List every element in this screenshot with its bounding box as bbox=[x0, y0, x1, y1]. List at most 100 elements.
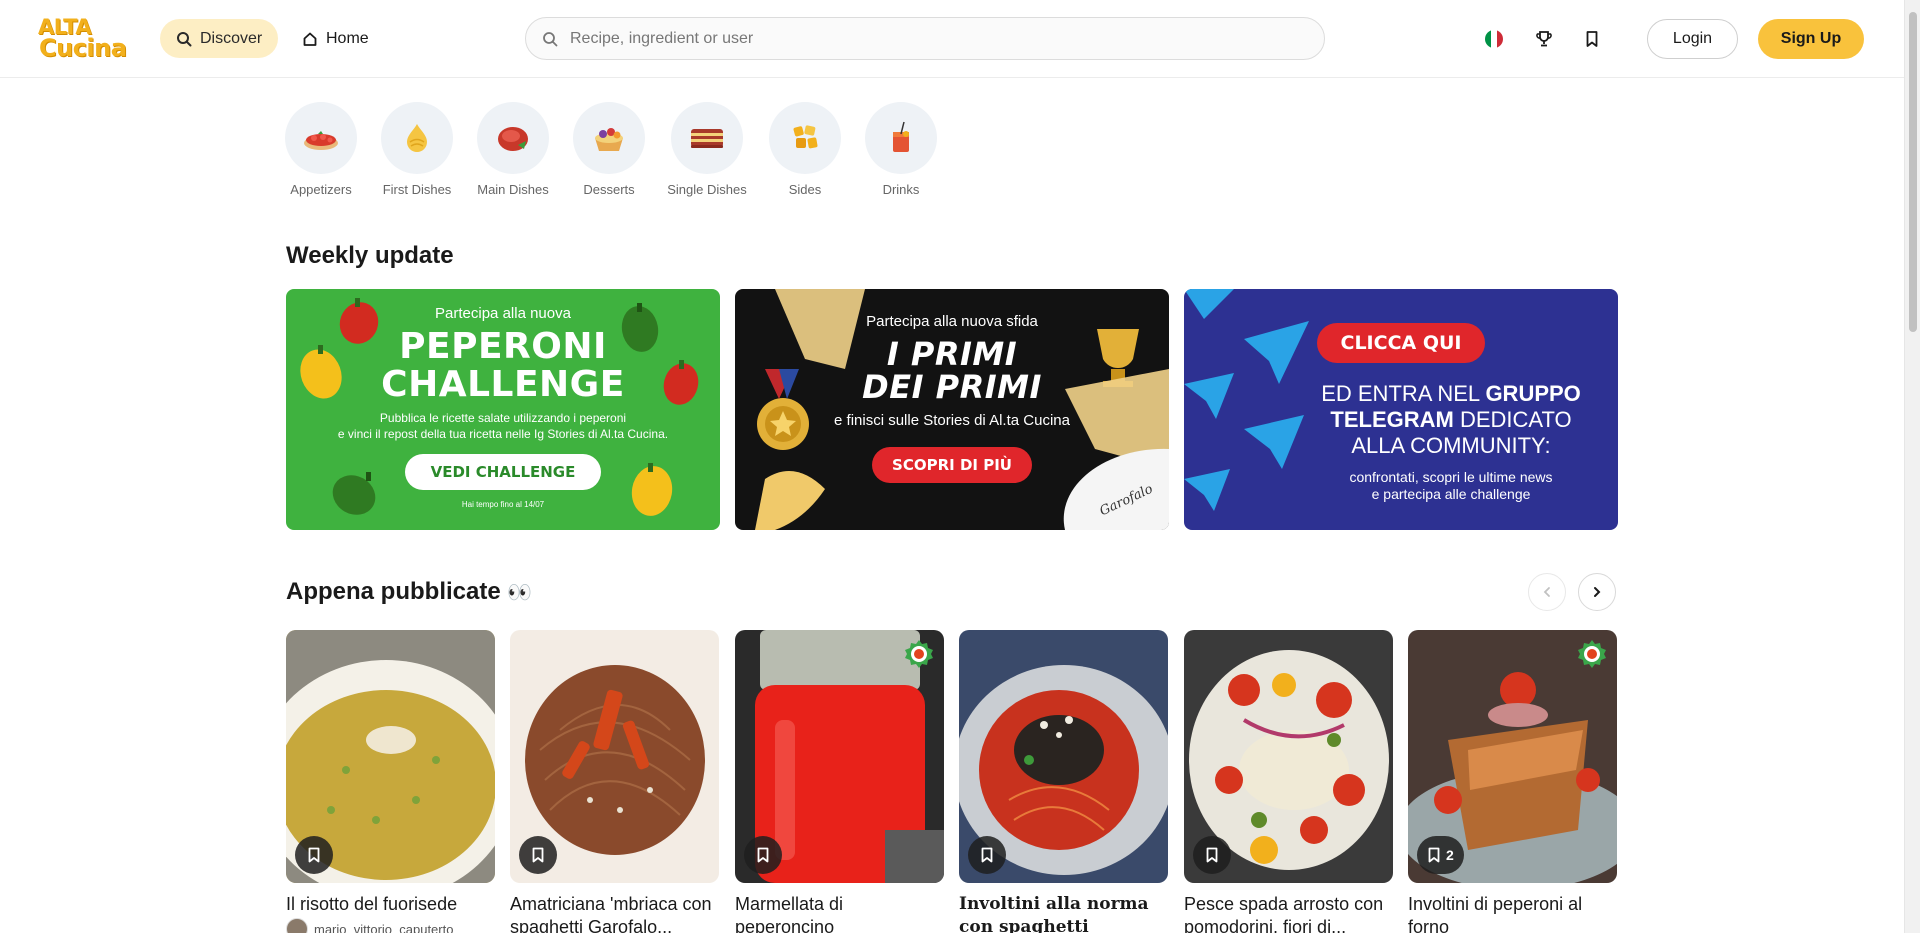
category-sides[interactable]: Sides bbox=[760, 102, 850, 197]
heading-part-bold: TELEGRAM bbox=[1330, 407, 1454, 432]
category-label: Single Dishes bbox=[667, 182, 747, 197]
banner-deadline: Hai tempo fino al 14/07 bbox=[461, 500, 545, 509]
category-single-dishes[interactable]: Single Dishes bbox=[662, 102, 752, 197]
bookmark-icon bbox=[532, 847, 544, 863]
recipe-card[interactable]: Marmellata di peperoncino bbox=[735, 630, 944, 933]
chevron-right-icon bbox=[1594, 587, 1601, 597]
recipe-author[interactable]: mario_vittorio_caputerto bbox=[286, 918, 495, 933]
recipe-title[interactable]: Involtini di peperoni al forno bbox=[1408, 893, 1617, 933]
category-label: Drinks bbox=[882, 182, 920, 197]
save-recipe-button[interactable] bbox=[519, 836, 557, 874]
signup-button[interactable]: Sign Up bbox=[1758, 19, 1864, 59]
category-label: First Dishes bbox=[382, 182, 452, 197]
i-primi-dei-primi-banner[interactable]: Partecipa alla nuova sfida I PRIMI DEI P… bbox=[735, 289, 1169, 530]
italian-flag-icon bbox=[1485, 30, 1503, 48]
saved-button[interactable] bbox=[1578, 25, 1606, 53]
banner-heading-line1: PEPERONI bbox=[399, 326, 607, 367]
recipe-title[interactable]: Pesce spada arrosto con pomodorini, fior… bbox=[1184, 893, 1393, 933]
category-main-dishes[interactable]: Main Dishes bbox=[468, 102, 558, 197]
save-recipe-button[interactable]: 2 bbox=[1417, 836, 1464, 874]
category-label: Main Dishes bbox=[477, 182, 549, 197]
recipe-card[interactable]: Pesce spada arrosto con pomodorini, fior… bbox=[1184, 630, 1393, 933]
recipe-image bbox=[735, 630, 944, 883]
banner-heading-line2: DEI PRIMI bbox=[862, 368, 1042, 406]
trophy-button[interactable] bbox=[1530, 25, 1558, 53]
banner-heading-line1: I PRIMI bbox=[886, 335, 1018, 373]
category-label: Desserts bbox=[583, 182, 635, 197]
save-recipe-button[interactable] bbox=[1193, 836, 1231, 874]
recipe-card[interactable]: 2 Involtini di peperoni al forno bbox=[1408, 630, 1617, 933]
category-drinks[interactable]: Drinks bbox=[856, 102, 946, 197]
banner-description-line1: confrontati, scopri le ultime news bbox=[1349, 469, 1553, 485]
bookmark-icon bbox=[1586, 31, 1598, 47]
banner-heading-line2: CHALLENGE bbox=[381, 364, 625, 405]
scrollbar-thumb[interactable] bbox=[1909, 12, 1917, 332]
search-icon bbox=[543, 31, 558, 46]
language-selector[interactable] bbox=[1480, 25, 1508, 53]
bruschetta-icon bbox=[304, 131, 338, 150]
heading-part-bold: GRUPPO bbox=[1485, 381, 1581, 406]
recipe-image bbox=[286, 630, 495, 883]
alta-cucina-logo[interactable]: ALTA Cucina bbox=[38, 16, 130, 60]
weekly-update-title: Weekly update bbox=[286, 242, 454, 269]
bookmark-icon bbox=[1428, 847, 1440, 863]
category-first-dishes[interactable]: First Dishes bbox=[372, 102, 462, 197]
award-badge-icon bbox=[1578, 640, 1606, 668]
award-badge-icon bbox=[905, 640, 933, 668]
peperoni-challenge-banner[interactable]: Partecipa alla nuova PEPERONI CHALLENGE … bbox=[286, 289, 720, 530]
banner-description-line1: Pubblica le ricette salate utilizzando i… bbox=[379, 411, 627, 425]
category-circle bbox=[381, 102, 453, 174]
recipe-card[interactable]: Involtini alla norma con spaghetti bbox=[959, 630, 1168, 933]
banner-heading-line1: ED ENTRA NEL GRUPPO bbox=[1284, 381, 1618, 407]
recipe-image bbox=[959, 630, 1168, 883]
author-name: mario_vittorio_caputerto bbox=[314, 921, 454, 933]
recipe-card[interactable]: Il risotto del fuorisede mario_vittorio_… bbox=[286, 630, 495, 933]
page: ALTA Cucina Discover Home Login Sign Up bbox=[0, 0, 1920, 933]
click-here-button[interactable]: CLICCA QUI bbox=[1316, 323, 1486, 363]
category-circle bbox=[477, 102, 549, 174]
save-recipe-button[interactable] bbox=[295, 836, 333, 874]
recipe-image bbox=[510, 630, 719, 883]
banner-description: e finisci sulle Stories di Al.ta Cucina bbox=[834, 412, 1070, 429]
bookmark-icon bbox=[1206, 847, 1218, 863]
category-label: Appetizers bbox=[290, 182, 352, 197]
category-circle bbox=[865, 102, 937, 174]
login-button[interactable]: Login bbox=[1647, 19, 1738, 59]
heading-part: ED ENTRA NEL bbox=[1321, 381, 1486, 406]
carousel-prev-button[interactable] bbox=[1528, 573, 1566, 611]
bookmark-count: 2 bbox=[1446, 847, 1454, 863]
recipe-title[interactable]: Marmellata di peperoncino bbox=[735, 893, 944, 933]
carousel-next-button[interactable] bbox=[1578, 573, 1616, 611]
banner-heading-line2: TELEGRAM DEDICATO bbox=[1284, 407, 1618, 433]
discover-button[interactable]: Discover bbox=[160, 19, 279, 58]
eyes-emoji-icon: 👀 bbox=[507, 582, 533, 604]
recipe-title[interactable]: Il risotto del fuorisede bbox=[286, 893, 495, 916]
recipe-title[interactable]: Involtini alla norma con spaghetti bbox=[959, 893, 1168, 933]
recipe-title[interactable]: Amatriciana 'mbriaca con spaghetti Garof… bbox=[510, 893, 719, 933]
telegram-community-banner[interactable]: CLICCA QUI ED ENTRA NEL GRUPPO TELEGRAM … bbox=[1184, 289, 1618, 530]
save-recipe-button[interactable] bbox=[744, 836, 782, 874]
search-bar[interactable] bbox=[525, 17, 1325, 60]
tart-icon bbox=[595, 128, 623, 151]
home-label: Home bbox=[326, 29, 369, 47]
latest-title-text: Appena pubblicate bbox=[286, 578, 501, 605]
category-desserts[interactable]: Desserts bbox=[564, 102, 654, 197]
banner-heading-line3: ALLA COMMUNITY: bbox=[1351, 433, 1551, 458]
chevron-left-icon bbox=[1543, 587, 1550, 597]
heading-part: DEDICATO bbox=[1453, 407, 1572, 432]
banner-description-line2: e partecipa alle challenge bbox=[1371, 486, 1531, 502]
bookmark-icon bbox=[757, 847, 769, 863]
banner-heading: ED ENTRA NEL GRUPPO TELEGRAM DEDICATO AL… bbox=[1284, 381, 1618, 459]
page-scrollbar[interactable] bbox=[1904, 0, 1920, 933]
search-input[interactable] bbox=[570, 29, 1270, 48]
save-recipe-button[interactable] bbox=[968, 836, 1006, 874]
bookmark-icon bbox=[981, 847, 993, 863]
banner-subtitle: Partecipa alla nuova bbox=[435, 305, 571, 322]
discover-more-button[interactable]: SCOPRI DI PIÙ bbox=[872, 447, 1032, 483]
see-challenge-button[interactable]: VEDI CHALLENGE bbox=[404, 454, 602, 490]
latest-recipes-title: Appena pubblicate 👀 bbox=[286, 578, 532, 606]
category-appetizers[interactable]: Appetizers bbox=[276, 102, 366, 197]
top-navbar: ALTA Cucina Discover Home Login Sign Up bbox=[0, 0, 1904, 78]
recipe-card[interactable]: Amatriciana 'mbriaca con spaghetti Garof… bbox=[510, 630, 719, 933]
home-button[interactable]: Home bbox=[296, 19, 375, 58]
